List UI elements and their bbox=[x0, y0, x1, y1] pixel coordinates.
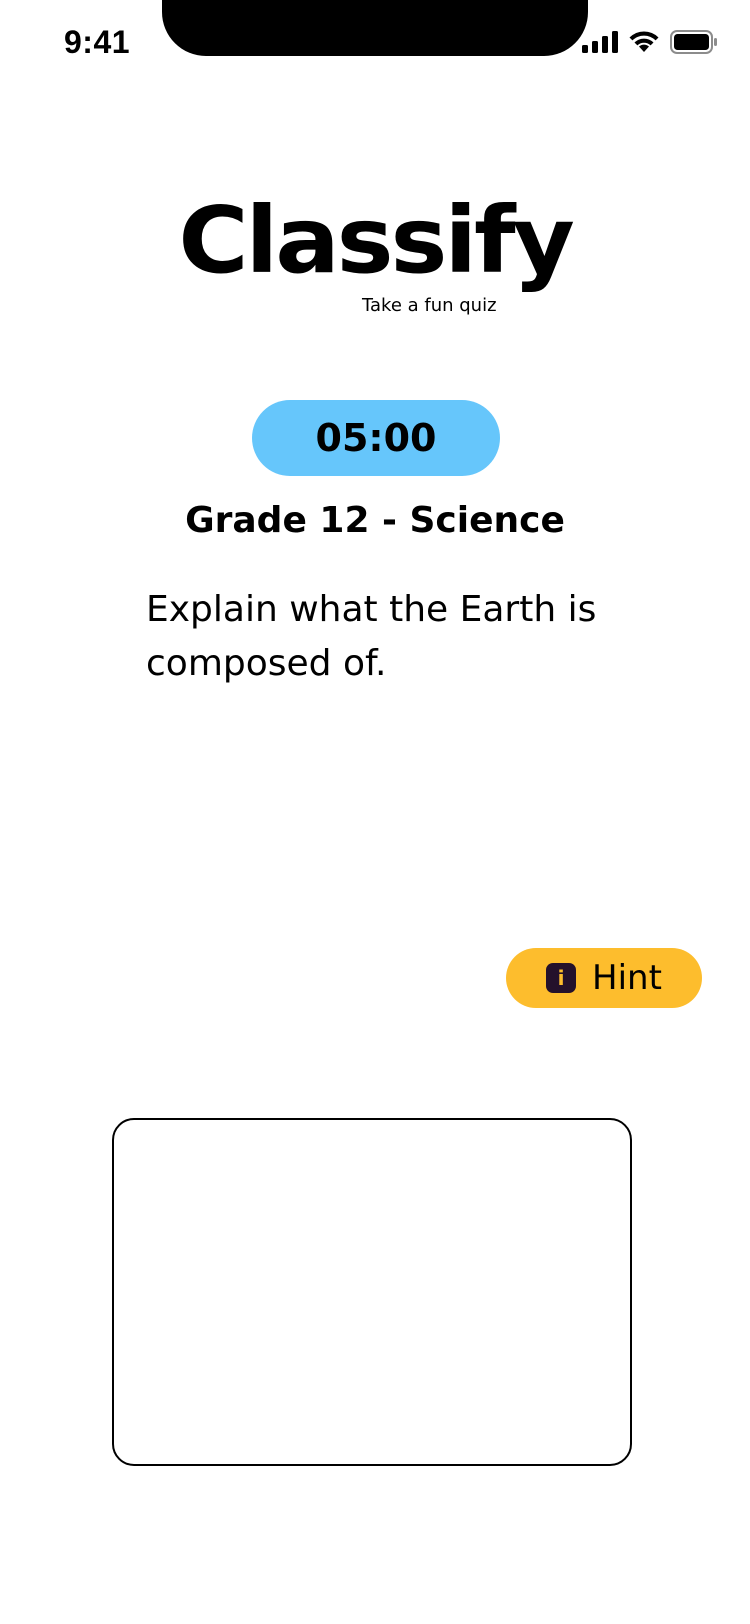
wifi-icon bbox=[628, 30, 660, 58]
hint-label: Hint bbox=[592, 958, 662, 998]
logo-container: Classify bbox=[0, 195, 750, 287]
signal-icon bbox=[582, 31, 618, 57]
quiz-subject: Grade 12 - Science bbox=[185, 500, 565, 541]
question-text: Explain what the Earth is composed of. bbox=[146, 589, 597, 684]
countdown-timer: 05:00 bbox=[252, 400, 500, 476]
status-time: 9:41 bbox=[64, 24, 131, 60]
battery-icon bbox=[670, 30, 718, 58]
answer-input[interactable] bbox=[112, 1118, 632, 1466]
logo-tagline: Take a fun quiz bbox=[362, 295, 497, 316]
app-logo: Classify bbox=[178, 187, 574, 294]
status-icons bbox=[582, 30, 718, 58]
hint-button[interactable]: i Hint bbox=[506, 948, 702, 1008]
info-icon: i bbox=[546, 963, 577, 993]
device-notch bbox=[162, 0, 588, 56]
